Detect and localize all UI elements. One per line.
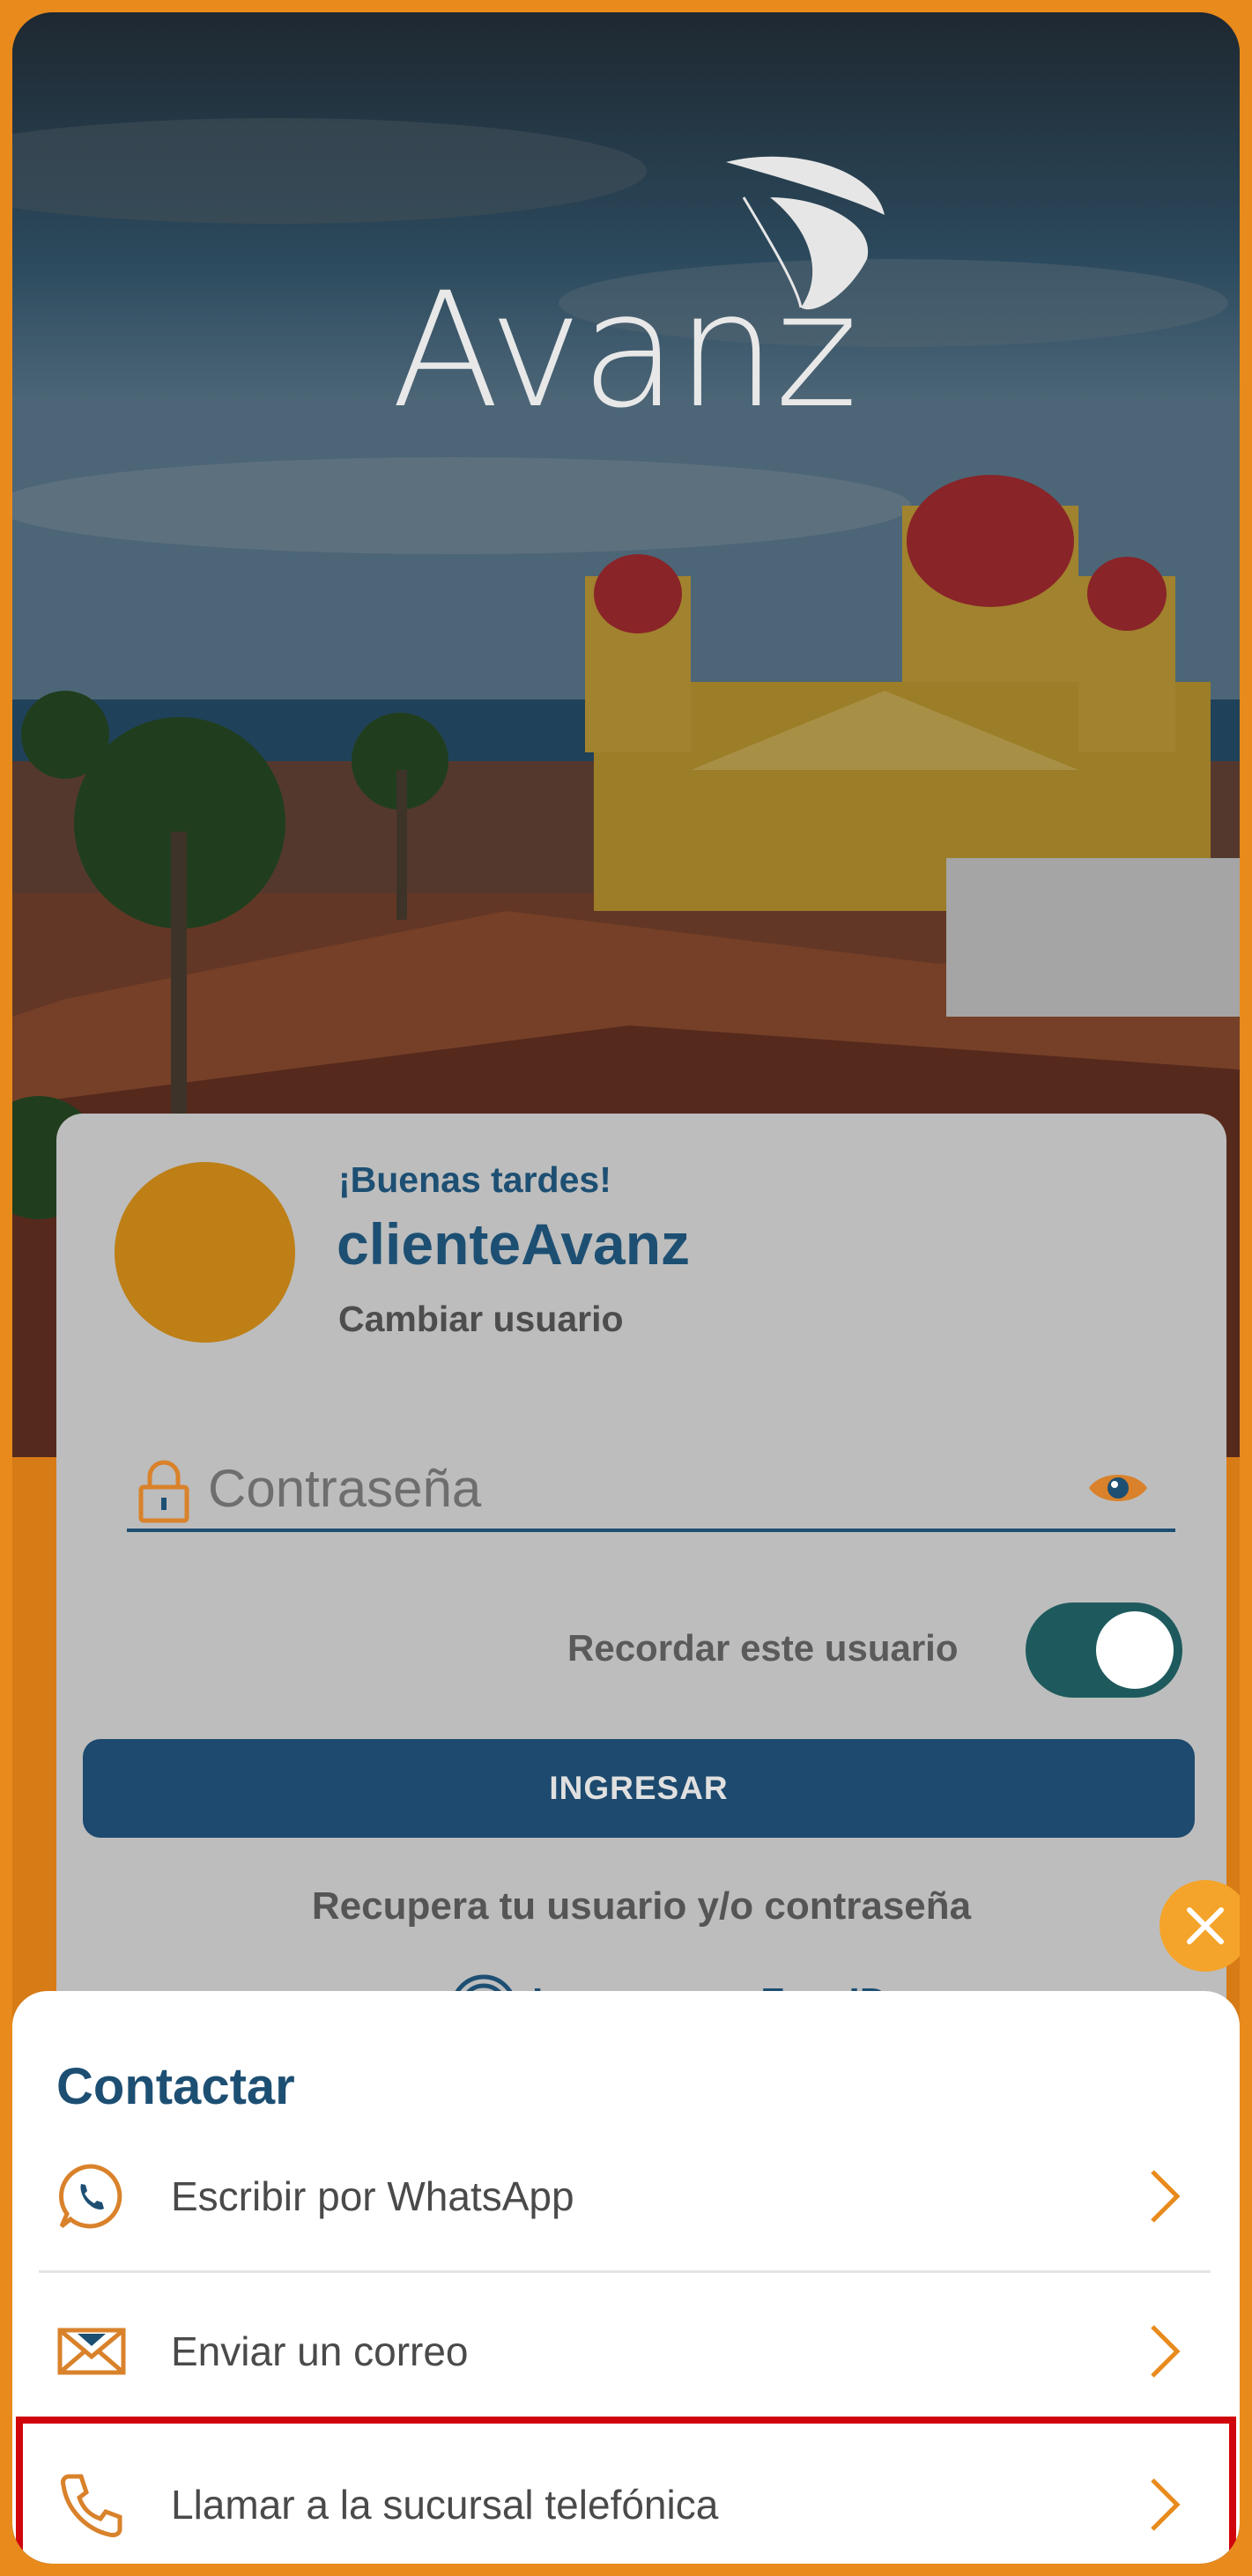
remember-user-toggle[interactable] xyxy=(1026,1603,1182,1698)
contact-item-label: Enviar un correo xyxy=(171,2328,469,2374)
contact-bottom-sheet: Contactar Escribir por WhatsApp Enviar u… xyxy=(12,1991,1240,2564)
contact-sheet-title: Contactar xyxy=(56,2058,295,2115)
envelope-icon xyxy=(57,2328,126,2375)
avatar xyxy=(115,1162,295,1343)
close-icon xyxy=(1187,1907,1224,1944)
lock-icon xyxy=(138,1460,189,1523)
contact-whatsapp-item[interactable]: Escribir por WhatsApp xyxy=(39,2121,1211,2273)
remember-user-label: Recordar este usuario xyxy=(567,1627,959,1669)
chevron-right-icon xyxy=(1151,2325,1181,2378)
close-contact-button[interactable] xyxy=(1159,1880,1240,1972)
phone-icon xyxy=(61,2474,122,2537)
password-field xyxy=(127,1448,1175,1532)
app-screen: Avanz ¡Buenas tardes! clienteAvanz Cambi… xyxy=(12,12,1240,2564)
contact-item-label: Llamar a la sucursal telefónica xyxy=(171,2482,719,2528)
login-button[interactable]: INGRESAR xyxy=(83,1739,1195,1838)
logo-wordmark: Avanz xyxy=(391,259,858,443)
change-user-link[interactable]: Cambiar usuario xyxy=(338,1299,624,1340)
toggle-knob xyxy=(1096,1611,1174,1689)
show-password-eye-icon[interactable] xyxy=(1087,1466,1149,1510)
password-input[interactable] xyxy=(208,1448,1045,1528)
avanz-logo: Avanz xyxy=(391,144,902,443)
contact-phone-item[interactable]: Llamar a la sucursal telefónica xyxy=(39,2429,1211,2564)
chevron-right-icon xyxy=(1151,2169,1181,2223)
username-text: clienteAvanz xyxy=(337,1211,691,1277)
whatsapp-icon xyxy=(59,2163,122,2228)
recover-credentials-link[interactable]: Recupera tu usuario y/o contraseña xyxy=(56,1884,1226,1928)
contact-email-item[interactable]: Enviar un correo xyxy=(39,2276,1211,2427)
chevron-right-icon xyxy=(1151,2478,1181,2531)
greeting-text: ¡Buenas tardes! xyxy=(338,1159,611,1200)
contact-item-label: Escribir por WhatsApp xyxy=(171,2173,574,2219)
